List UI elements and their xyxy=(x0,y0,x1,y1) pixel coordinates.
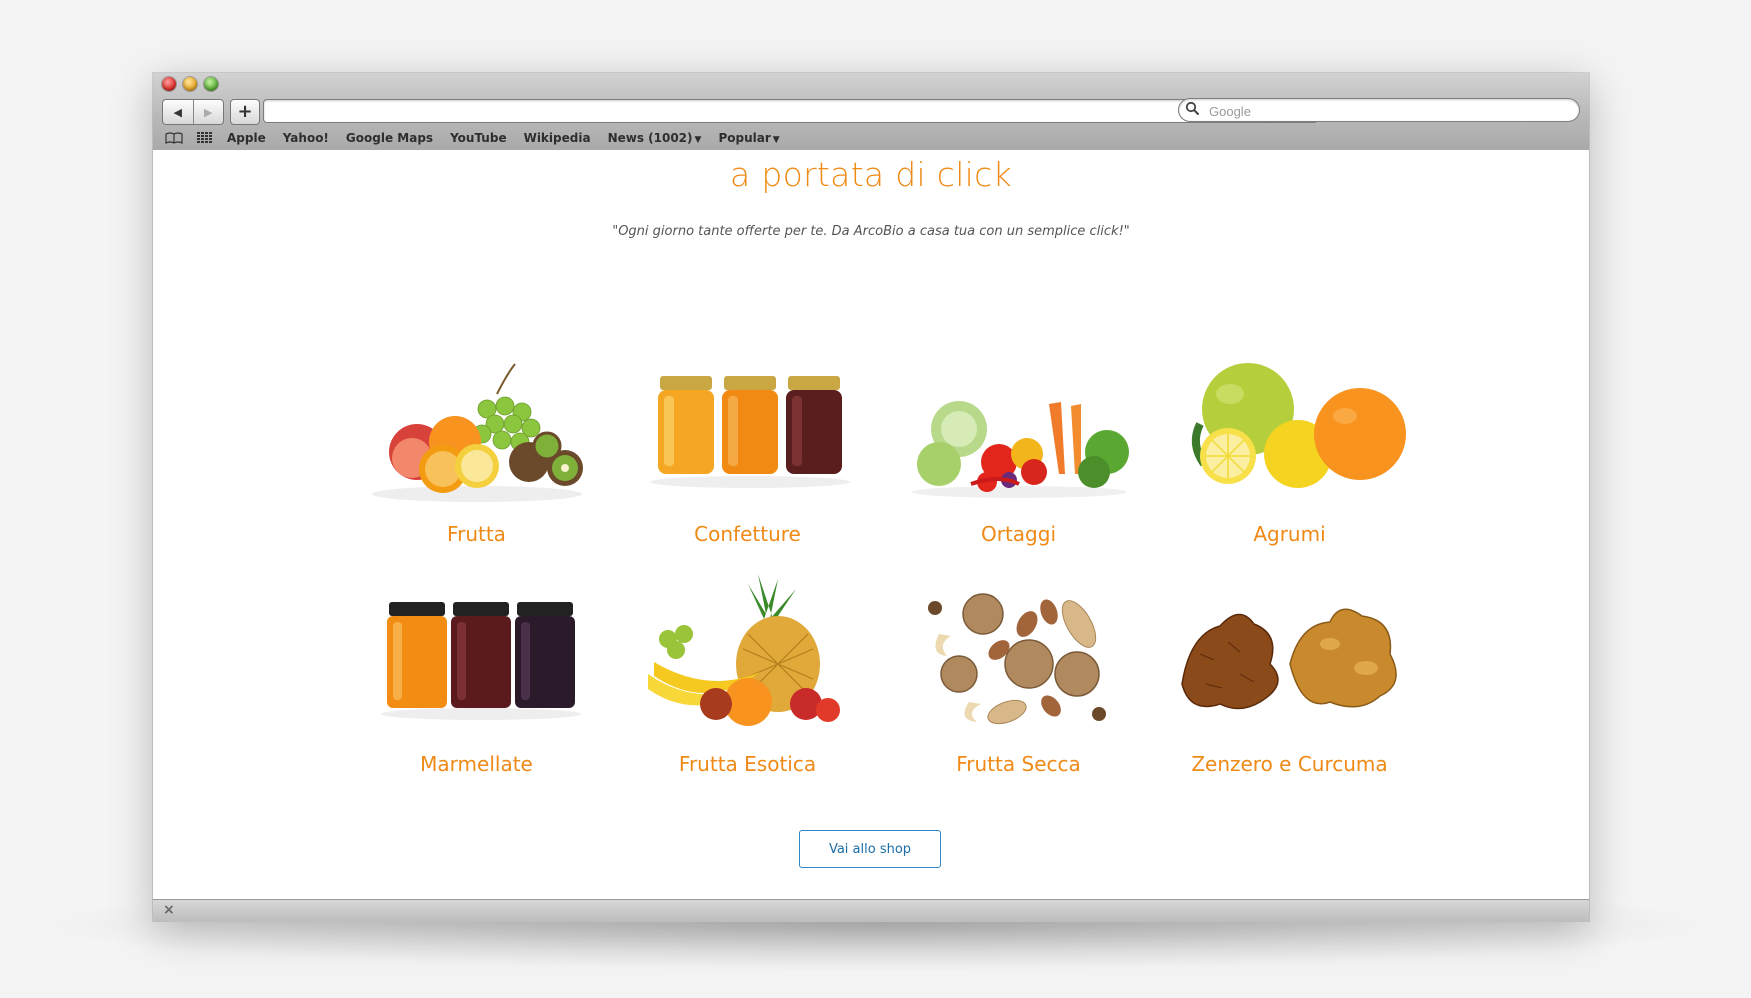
bookmarks-bar: Apple Yahoo! Google Maps YouTube Wikiped… xyxy=(153,128,1589,148)
dropdown-arrow-icon: ▼ xyxy=(694,135,702,145)
bookmark-wikipedia[interactable]: Wikipedia xyxy=(524,131,591,145)
bookmark-news-menu[interactable]: News (1002) ▼ xyxy=(608,131,702,145)
bookmark-apple[interactable]: Apple xyxy=(227,131,266,145)
window-controls xyxy=(162,77,218,91)
category-card-marmellate[interactable]: Marmellate xyxy=(341,564,612,794)
exotic-fruit-image xyxy=(647,574,840,726)
back-button[interactable]: ◀ xyxy=(163,100,193,124)
search-icon[interactable] xyxy=(1185,101,1201,117)
close-icon[interactable]: × xyxy=(163,902,175,918)
category-card-zenzero-curcuma[interactable]: Zenzero e Curcuma xyxy=(1154,564,1425,794)
bookmark-youtube[interactable]: YouTube xyxy=(450,131,507,145)
category-card-ortaggi[interactable]: Ortaggi xyxy=(883,334,1154,564)
grid-icon[interactable] xyxy=(195,131,215,145)
bookmark-yahoo[interactable]: Yahoo! xyxy=(283,131,329,145)
category-card-frutta-esotica[interactable]: Frutta Esotica xyxy=(612,564,883,794)
close-window-button[interactable] xyxy=(162,77,176,91)
vegetables-image xyxy=(910,401,1129,498)
add-bookmark-button[interactable]: + xyxy=(230,99,260,125)
category-label-frutta: Frutta xyxy=(447,522,506,546)
category-grid: Frutta Confetture Ortaggi Agrumi Marmell… xyxy=(341,334,1426,794)
category-label-marmellate: Marmellate xyxy=(420,752,533,776)
bookmark-news-label: News (1002) xyxy=(607,131,693,145)
bookmark-popular-menu[interactable]: Popular ▼ xyxy=(718,131,779,145)
address-bar[interactable]: ↻ xyxy=(263,99,1318,123)
category-label-agrumi: Agrumi xyxy=(1253,522,1326,546)
search-field[interactable] xyxy=(1178,98,1580,122)
category-label-zenzero-curcuma: Zenzero e Curcuma xyxy=(1191,752,1388,776)
marmalade-jars-image xyxy=(380,602,581,720)
browser-window: ◀ ▶ + ↻ xyxy=(153,73,1589,922)
browser-toolbar: ◀ ▶ + ↻ xyxy=(153,73,1589,151)
history-buttons: ◀ ▶ xyxy=(162,99,224,125)
page-title: a portata di click xyxy=(730,155,1012,194)
category-label-frutta-secca: Frutta Secca xyxy=(956,752,1081,776)
nuts-image xyxy=(927,593,1106,725)
category-card-confetture[interactable]: Confetture xyxy=(612,334,883,564)
go-to-shop-button[interactable]: Vai allo shop xyxy=(799,830,941,868)
category-card-frutta[interactable]: Frutta xyxy=(341,334,612,564)
search-input[interactable] xyxy=(1207,100,1571,122)
dropdown-arrow-icon: ▼ xyxy=(772,135,780,145)
page-tagline: "Ogni giorno tante offerte per te. Da Ar… xyxy=(612,224,1130,239)
page-content: a portata di click "Ogni giorno tante of… xyxy=(153,150,1589,899)
bookmark-google-maps[interactable]: Google Maps xyxy=(346,131,433,145)
book-icon[interactable] xyxy=(164,131,184,145)
category-label-confetture: Confetture xyxy=(694,522,801,546)
status-bar: × xyxy=(153,899,1589,922)
category-label-frutta-esotica: Frutta Esotica xyxy=(678,752,817,776)
jam-jars-image xyxy=(649,376,850,488)
bookmark-list: Apple Yahoo! Google Maps YouTube Wikiped… xyxy=(227,131,780,145)
forward-button[interactable]: ▶ xyxy=(192,100,224,124)
citrus-image xyxy=(1191,363,1406,488)
ginger-turmeric-image xyxy=(1180,608,1397,710)
category-card-agrumi[interactable]: Agrumi xyxy=(1154,334,1425,564)
bookmark-popular-label: Popular xyxy=(718,131,771,145)
minimize-window-button[interactable] xyxy=(183,77,197,91)
category-card-frutta-secca[interactable]: Frutta Secca xyxy=(883,564,1154,794)
fruit-basket-image xyxy=(371,363,583,502)
category-label-ortaggi: Ortaggi xyxy=(980,522,1056,546)
zoom-window-button[interactable] xyxy=(204,77,218,91)
